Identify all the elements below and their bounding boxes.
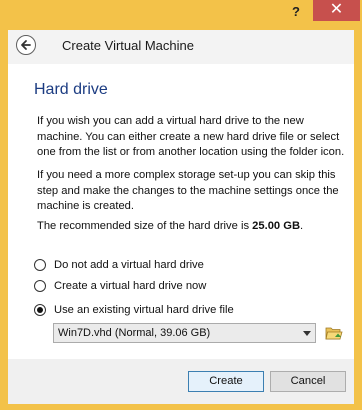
disk-file-value: Win7D.vhd (Normal, 39.06 GB): [58, 327, 211, 339]
option-no-disk-label: Do not add a virtual hard drive: [54, 259, 204, 271]
recommended-prefix: The recommended size of the hard drive i…: [37, 220, 253, 232]
folder-icon: [325, 327, 343, 340]
storage-paragraph: If you need a more complex storage set-u…: [37, 169, 339, 212]
button-bar: Create Cancel: [8, 359, 354, 404]
recommended-size-value: 25.00 GB: [252, 220, 301, 232]
radio-no-disk[interactable]: [34, 259, 46, 271]
create-button[interactable]: Create: [188, 371, 264, 392]
option-create-disk[interactable]: Create a virtual hard drive now: [34, 278, 206, 294]
wizard-header: Create Virtual Machine: [8, 30, 354, 64]
page-title: Hard drive: [34, 81, 108, 98]
wizard-page: Hard drive If you wish you can add a vir…: [8, 64, 354, 359]
option-existing-disk-label: Use an existing virtual hard drive file: [54, 304, 234, 316]
recommended-suffix: .: [300, 220, 304, 232]
back-button[interactable]: [16, 35, 36, 55]
intro-paragraph: If you wish you can add a virtual hard d…: [37, 115, 345, 158]
close-button[interactable]: ✕: [313, 0, 360, 21]
option-existing-disk[interactable]: Use an existing virtual hard drive file: [34, 302, 234, 318]
radio-existing-disk[interactable]: [34, 304, 46, 316]
disk-file-select[interactable]: Win7D.vhd (Normal, 39.06 GB): [53, 323, 316, 343]
title-bar: ? ✕: [0, 0, 362, 24]
option-no-disk[interactable]: Do not add a virtual hard drive: [34, 257, 204, 273]
wizard-title: Create Virtual Machine: [62, 38, 194, 53]
option-create-disk-label: Create a virtual hard drive now: [54, 280, 207, 292]
chevron-down-icon[interactable]: [303, 331, 311, 336]
cancel-button[interactable]: Cancel: [270, 371, 346, 392]
radio-create-disk[interactable]: [34, 280, 46, 292]
help-button[interactable]: ?: [286, 4, 306, 20]
recommended-size-text: The recommended size of the hard drive i…: [37, 219, 347, 235]
dialog-window: ? ✕ Create Virtual Machine Hard drive If…: [0, 0, 362, 410]
back-arrow-icon: [21, 40, 31, 50]
choose-disk-file-button[interactable]: [325, 324, 343, 342]
